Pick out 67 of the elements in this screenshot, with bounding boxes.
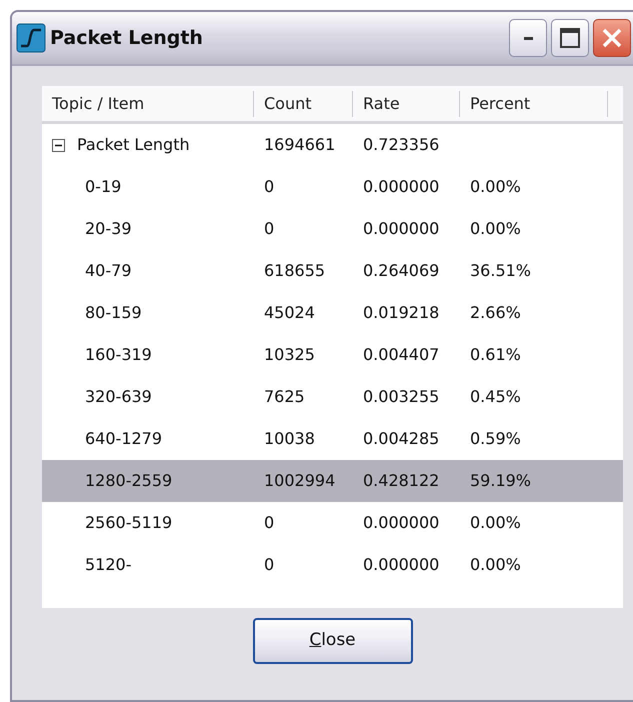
table-cell: 0.264069 xyxy=(363,261,440,280)
maximize-icon xyxy=(560,28,580,48)
table-cell: 45024 xyxy=(264,303,315,322)
column-header[interactable]: Count xyxy=(254,90,353,116)
table-row[interactable]: 5120- 0 0.000000 0.00% xyxy=(42,544,623,586)
tree-item-label: 640-1279 xyxy=(85,428,162,450)
table-row[interactable]: Packet Length 1694661 0.723356 xyxy=(42,124,623,166)
minimize-icon xyxy=(524,36,532,40)
table-cell: 0.00% xyxy=(470,555,521,574)
column-header[interactable]: Rate xyxy=(353,90,460,116)
table-row[interactable]: 320-639 7625 0.003255 0.45% xyxy=(42,376,623,418)
collapse-icon[interactable] xyxy=(52,138,65,152)
window-close-button[interactable] xyxy=(593,19,631,57)
app-icon xyxy=(16,23,46,53)
table-cell: 0 xyxy=(264,219,274,238)
table-cell: 0.723356 xyxy=(363,135,440,154)
table-cell: 2.66% xyxy=(470,303,521,322)
table-cell: 0.59% xyxy=(470,429,521,448)
table-row[interactable]: 640-1279 10038 0.004285 0.59% xyxy=(42,418,623,460)
column-header[interactable]: Percent xyxy=(460,90,608,116)
table-cell: 0.00% xyxy=(470,219,521,238)
table-cell: 0.004285 xyxy=(363,429,440,448)
tree-item-label: 1280-2559 xyxy=(85,470,172,492)
table-row[interactable]: 2560-5119 0 0.000000 0.00% xyxy=(42,502,623,544)
table-cell: 0 xyxy=(264,177,274,196)
table-cell: 0 xyxy=(264,555,274,574)
table-row[interactable]: 160-319 10325 0.004407 0.61% xyxy=(42,334,623,376)
table-cell: 0.61% xyxy=(470,345,521,364)
table-cell: 1694661 xyxy=(264,135,336,154)
table-cell: 0.000000 xyxy=(363,513,440,532)
table-cell: 10038 xyxy=(264,429,315,448)
maximize-button[interactable] xyxy=(551,19,589,57)
table-cell: 59.19% xyxy=(470,471,532,490)
table-cell: 618655 xyxy=(264,261,326,280)
tree-item-label: 2560-5119 xyxy=(85,512,172,534)
tree-item-label: 160-319 xyxy=(85,344,152,366)
table-row[interactable]: 1280-2559 1002994 0.428122 59.19% xyxy=(42,460,623,502)
table-cell: 7625 xyxy=(264,387,305,406)
table-cell: 0.000000 xyxy=(363,219,440,238)
table-cell: 0.428122 xyxy=(363,471,440,490)
table-cell: 0.45% xyxy=(470,387,521,406)
table-cell: 10325 xyxy=(264,345,315,364)
table-cell: 0.000000 xyxy=(363,177,440,196)
table-cell: 0.003255 xyxy=(363,387,440,406)
table-cell: 0.00% xyxy=(470,513,521,532)
close-button[interactable]: Close xyxy=(252,618,412,664)
table-cell: 0.019218 xyxy=(363,303,440,322)
table-cell: 0 xyxy=(264,513,274,532)
window-title: Packet Length xyxy=(50,26,203,51)
table-cell: 36.51% xyxy=(470,261,532,280)
tree-item-label: 5120- xyxy=(85,554,132,576)
table-cell: 0.000000 xyxy=(363,555,440,574)
tree-item-label: 320-639 xyxy=(85,386,152,408)
column-header[interactable]: Topic / Item xyxy=(42,90,254,116)
table-cell: 0.00% xyxy=(470,177,521,196)
tree-item-label: 80-159 xyxy=(85,302,142,324)
tree-item-label: Packet Length xyxy=(77,134,190,156)
table-row[interactable]: 80-159 45024 0.019218 2.66% xyxy=(42,292,623,334)
tree-item-label: 40-79 xyxy=(85,260,132,282)
table-row[interactable]: 0-19 0 0.000000 0.00% xyxy=(42,166,623,208)
close-icon xyxy=(602,28,622,48)
table-row[interactable]: 20-39 0 0.000000 0.00% xyxy=(42,208,623,250)
table-cell: 1002994 xyxy=(264,471,336,490)
tree-item-label: 20-39 xyxy=(85,218,132,240)
table-row[interactable]: 40-79 618655 0.264069 36.51% xyxy=(42,250,623,292)
table-cell: 0.004407 xyxy=(363,345,440,364)
tree-item-label: 0-19 xyxy=(85,176,122,198)
